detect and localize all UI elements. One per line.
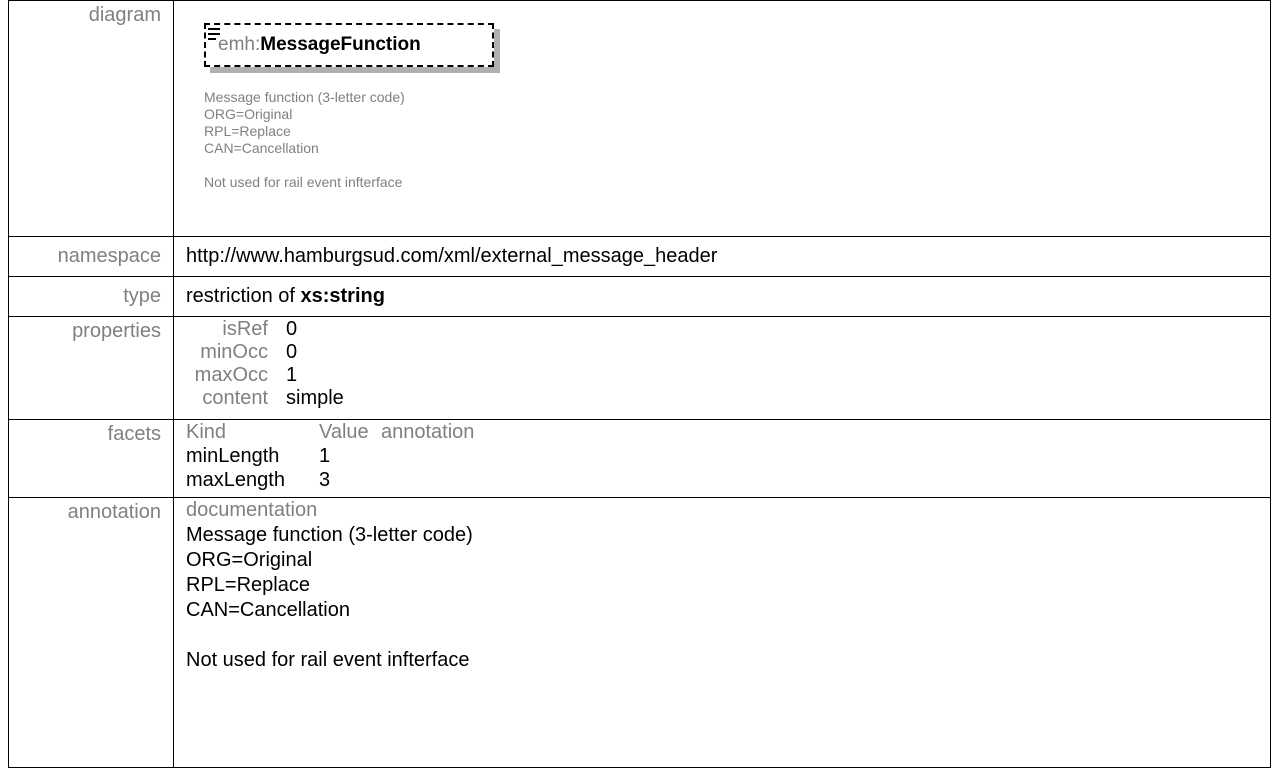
annotation-line: ORG=Original: [186, 549, 313, 571]
properties-row: properties isRef 0 minOcc 0 maxOcc 1 conten…: [8, 316, 1271, 420]
property-key: minOcc: [200, 341, 268, 363]
annotation-line: CAN=Cancellation: [186, 599, 350, 621]
facet-row: maxLength 3: [186, 468, 474, 492]
annotation-label: annotation: [8, 497, 174, 768]
facet-kind: minLength: [186, 445, 280, 467]
facet-kind: maxLength: [186, 469, 285, 491]
annotation-line: Message function (3-letter code): [186, 524, 473, 546]
facet-annotation: [381, 468, 474, 492]
facets-cell: Kind Value annotation minLength 1 maxLen…: [173, 419, 1271, 498]
annotation-line: RPL=Replace: [186, 574, 310, 596]
diagram-cell: emh:MessageFunction Message function (3-…: [173, 0, 1271, 237]
annotation-body: Message function (3-letter code) ORG=Ori…: [186, 523, 1270, 673]
facets-table: Kind Value annotation minLength 1 maxLen…: [186, 420, 474, 492]
diagram-note-line: [204, 157, 405, 174]
facet-annotation: [381, 444, 474, 468]
diagram-row: diagram emh:MessageFunction Message func…: [8, 0, 1271, 237]
schema-doc-table: diagram emh:MessageFunction Message func…: [8, 0, 1271, 768]
properties-table: isRef 0 minOcc 0 maxOcc 1 content simple: [186, 318, 344, 410]
namespace-label: namespace: [8, 236, 174, 277]
diagram-label: diagram: [8, 0, 174, 237]
facet-row: minLength 1: [186, 444, 474, 468]
type-label: type: [8, 276, 174, 317]
element-name: emh:MessageFunction: [218, 34, 421, 56]
type-value: restriction of xs:string: [173, 276, 1271, 317]
diagram-canvas: emh:MessageFunction Message function (3-…: [186, 1, 1270, 236]
facets-row: facets Kind Value annotation minLength 1…: [8, 419, 1271, 498]
annotation-heading: documentation: [186, 499, 318, 521]
diagram-note-line: Not used for rail event infterface: [204, 174, 403, 190]
property-key: maxOcc: [194, 364, 268, 386]
property-value: simple: [286, 387, 344, 409]
properties-label: properties: [8, 316, 174, 420]
property-value: 1: [286, 364, 298, 386]
type-base: xs:string: [300, 285, 385, 307]
diagram-note-line: ORG=Original: [204, 106, 293, 122]
facets-header-row: Kind Value annotation: [186, 420, 474, 444]
property-key: isRef: [222, 318, 268, 340]
diagram-note-line: CAN=Cancellation: [204, 140, 319, 156]
namespace-row: namespace http://www.hamburgsud.com/xml/…: [8, 236, 1271, 277]
annotation-line: [186, 623, 1270, 648]
facets-header-kind: Kind: [186, 421, 227, 443]
property-value: 0: [286, 341, 298, 363]
annotation-row: annotation documentation Message functio…: [8, 497, 1271, 768]
diagram-note-line: RPL=Replace: [204, 123, 291, 139]
type-row: type restriction of xs:string: [8, 276, 1271, 317]
annotation-cell: documentation Message function (3-letter…: [173, 497, 1271, 768]
property-key: content: [202, 387, 268, 409]
element-local-name: MessageFunction: [260, 34, 421, 55]
facets-header-value: Value: [319, 421, 369, 443]
property-row: minOcc 0: [186, 341, 344, 364]
type-prefix: restriction of: [186, 285, 301, 307]
namespace-value: http://www.hamburgsud.com/xml/external_m…: [173, 236, 1271, 277]
annotation-line: Not used for rail event infterface: [186, 649, 470, 671]
element-prefix: emh:: [218, 34, 261, 55]
facets-header-annotation: annotation: [381, 421, 475, 443]
facet-value: 1: [319, 445, 331, 467]
diagram-note: Message function (3-letter code) ORG=Ori…: [204, 89, 405, 191]
properties-cell: isRef 0 minOcc 0 maxOcc 1 content simple: [173, 316, 1271, 420]
facet-value: 3: [319, 469, 331, 491]
property-row: isRef 0: [186, 318, 344, 341]
property-row: content simple: [186, 387, 344, 410]
property-value: 0: [286, 318, 298, 340]
property-row: maxOcc 1: [186, 364, 344, 387]
diagram-note-line: Message function (3-letter code): [204, 89, 405, 105]
facets-label: facets: [8, 419, 174, 498]
element-box: emh:MessageFunction: [204, 23, 494, 67]
